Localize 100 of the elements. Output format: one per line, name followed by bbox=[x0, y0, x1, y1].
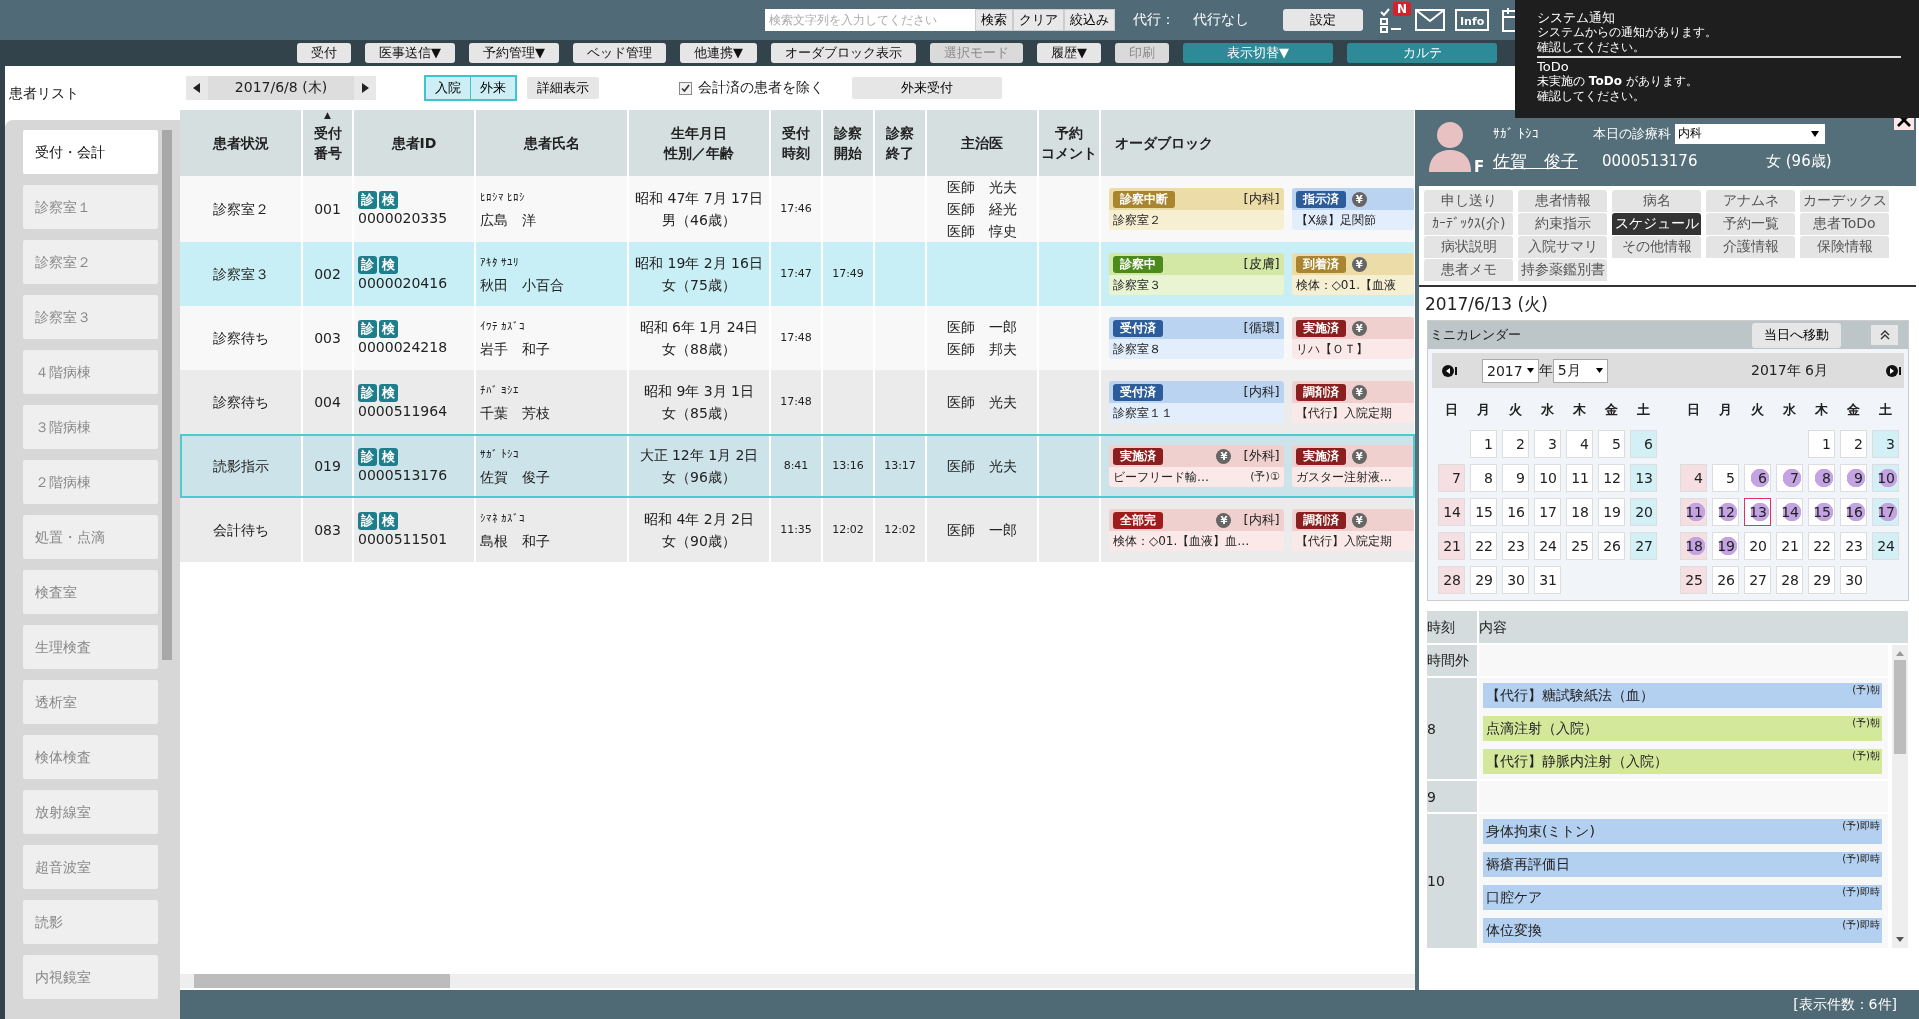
year-select[interactable]: 2017 bbox=[1482, 358, 1539, 383]
order-card[interactable]: 実施済 ¥ ガスター注射液… bbox=[1291, 445, 1414, 487]
order-card[interactable]: 診察中断 [内科] 診察室２ bbox=[1109, 188, 1284, 230]
calendar-day[interactable]: 9 bbox=[1840, 464, 1867, 492]
calendar-day[interactable]: 29 bbox=[1470, 566, 1497, 594]
calendar-day[interactable]: 21 bbox=[1776, 532, 1803, 560]
horizontal-scrollbar[interactable] bbox=[180, 974, 1415, 988]
toolbar-button[interactable]: オーダブロック表示 bbox=[771, 43, 916, 63]
toolbar-button[interactable]: 表示切替▼ bbox=[1183, 43, 1333, 63]
calendar-day[interactable]: 22 bbox=[1470, 532, 1497, 560]
scrollbar[interactable] bbox=[1892, 645, 1908, 948]
column-header[interactable]: 予約 コメント bbox=[1038, 110, 1100, 176]
checkbox[interactable] bbox=[679, 81, 692, 95]
calendar-day[interactable]: 10 bbox=[1534, 464, 1561, 492]
panel-tab[interactable]: ｶｰﾃﾞｯｸｽ(介) bbox=[1424, 213, 1513, 235]
panel-tab[interactable]: 患者ToDo bbox=[1800, 213, 1889, 235]
calendar-day[interactable]: 9 bbox=[1502, 464, 1529, 492]
calendar-day[interactable]: 23 bbox=[1502, 532, 1529, 560]
calendar-day[interactable]: 5 bbox=[1598, 430, 1625, 458]
schedule-item[interactable]: 【代行】静脈内注射（入院） (予)朝 bbox=[1483, 749, 1882, 774]
schedule-item[interactable]: 褥瘡再評価日 (予)即時 bbox=[1483, 852, 1882, 877]
calendar-day[interactable]: 26 bbox=[1598, 532, 1625, 560]
calendar-day[interactable]: 4 bbox=[1680, 464, 1707, 492]
calendar-day[interactable]: 23 bbox=[1840, 532, 1867, 560]
order-card[interactable]: 全部完 ¥ [内科] 検体：◇01.【血液】血… bbox=[1109, 509, 1284, 551]
column-header[interactable]: ▲ 受付 番号 bbox=[302, 110, 353, 176]
panel-tab[interactable]: 保険情報 bbox=[1800, 236, 1889, 258]
calendar-day[interactable]: 19 bbox=[1598, 498, 1625, 526]
column-header[interactable]: 患者ID bbox=[353, 110, 475, 176]
calendar-day[interactable]: 7 bbox=[1438, 464, 1465, 492]
calendar-day[interactable]: 29 bbox=[1808, 566, 1835, 594]
calendar-day[interactable]: 12 bbox=[1598, 464, 1625, 492]
order-card[interactable]: 到着済 ¥ 検体：◇01.【血液 bbox=[1291, 253, 1414, 295]
panel-tab[interactable]: 病名 bbox=[1612, 190, 1701, 212]
schedule-item[interactable]: 口腔ケア (予)即時 bbox=[1483, 885, 1882, 910]
column-header[interactable]: 主治医 bbox=[926, 110, 1038, 176]
scrollbar-thumb[interactable] bbox=[1894, 660, 1906, 754]
previous-day-button[interactable] bbox=[186, 76, 208, 100]
toolbar-button[interactable]: 受付 bbox=[297, 43, 351, 63]
calendar-day[interactable]: 21 bbox=[1438, 532, 1465, 560]
calendar-day[interactable]: 15 bbox=[1808, 498, 1835, 526]
calendar-day[interactable]: 3 bbox=[1872, 430, 1899, 458]
calendar-day[interactable]: 7 bbox=[1776, 464, 1803, 492]
toolbar-button[interactable]: 予約管理▼ bbox=[469, 43, 559, 63]
calendar-day[interactable]: 28 bbox=[1438, 566, 1465, 594]
calendar-day[interactable]: 2 bbox=[1502, 430, 1529, 458]
calendar-day[interactable]: 26 bbox=[1712, 566, 1739, 594]
table-row[interactable]: 会計待ち 083 診 検 0000511501 ｼﾏﾈ ｶｽﾞｺ 島根 和子 昭和 4年 2月 2日 女（90歳） 11:35 12:02 12:02 医師 一郎 全部完 ¥ [内科] 検体：◇01.【血液】血… 調剤済 ¥ 【代行】入院定期 bbox=[180, 498, 1415, 562]
column-header[interactable]: 生年月日 性別／年齢 bbox=[628, 110, 770, 176]
calendar-day[interactable]: 8 bbox=[1808, 464, 1835, 492]
toolbar-button[interactable]: ベッド管理 bbox=[573, 43, 666, 63]
column-header[interactable]: 受付 時刻 bbox=[770, 110, 822, 176]
calendar-day[interactable]: 24 bbox=[1872, 532, 1899, 560]
column-header[interactable]: 患者状況 bbox=[180, 110, 302, 176]
patient-name-link[interactable]: 佐賀 俊子 bbox=[1493, 149, 1578, 173]
panel-tab[interactable]: 患者情報 bbox=[1518, 190, 1607, 212]
sidebar-item[interactable]: 受付・会計 bbox=[23, 130, 158, 174]
calendar-day[interactable]: 5 bbox=[1712, 464, 1739, 492]
panel-tab[interactable]: 申し送り bbox=[1424, 190, 1513, 212]
calendar-day[interactable]: 28 bbox=[1776, 566, 1803, 594]
panel-tab[interactable]: 約束指示 bbox=[1518, 213, 1607, 235]
calendar-day[interactable]: 27 bbox=[1630, 532, 1657, 560]
view-toggle[interactable]: 入院 bbox=[426, 77, 470, 99]
calendar-day[interactable]: 17 bbox=[1534, 498, 1561, 526]
calendar-day[interactable]: 4 bbox=[1566, 430, 1593, 458]
column-header[interactable]: オーダブロック bbox=[1100, 110, 1415, 176]
order-card[interactable]: 実施済 ¥ リハ【ＯＴ】 bbox=[1291, 317, 1414, 359]
calendar-day[interactable]: 25 bbox=[1566, 532, 1593, 560]
order-card[interactable]: 調剤済 ¥ 【代行】入院定期 bbox=[1291, 509, 1414, 551]
calendar-day[interactable]: 10 bbox=[1872, 464, 1899, 492]
panel-tab[interactable]: 病状説明 bbox=[1424, 236, 1513, 258]
outpatient-button[interactable]: 外来受付 bbox=[852, 77, 1002, 99]
scrollbar-thumb[interactable] bbox=[162, 130, 172, 660]
view-toggle[interactable]: 外来 bbox=[470, 77, 515, 99]
table-row[interactable]: 診察待ち 003 診 検 0000024218 ｲﾜﾃ ｶｽﾞｺ 岩手 和子 昭和 6年 1月 24日 女（88歳） 17:48 医師 一郎 医師 邦夫 受付済 [循環] 診察室８ 実施済 ¥ リハ【ＯＴ】 bbox=[180, 306, 1415, 370]
schedule-item[interactable]: 点滴注射（入院） (予)朝 bbox=[1483, 716, 1882, 741]
calendar-day[interactable]: 1 bbox=[1808, 430, 1835, 458]
calendar-day[interactable]: 15 bbox=[1470, 498, 1497, 526]
calendar-day[interactable]: 11 bbox=[1566, 464, 1593, 492]
calendar-day[interactable]: 6 bbox=[1630, 430, 1657, 458]
search-button[interactable]: 絞込み bbox=[1064, 9, 1115, 31]
calendar-day[interactable]: 8 bbox=[1470, 464, 1497, 492]
calendar-day[interactable]: 17 bbox=[1872, 498, 1899, 526]
schedule-item[interactable]: 身体拘束(ミトン) (予)即時 bbox=[1483, 819, 1882, 844]
previous-month-icon[interactable] bbox=[1442, 364, 1458, 377]
next-month-icon[interactable] bbox=[1886, 364, 1902, 377]
table-row[interactable]: 診察室３ 002 診 検 0000020416 ｱｷﾀ ｻﾕﾘ 秋田 小百合 昭和 19年 2月 16日 女（75歳） 17:47 17:49 診察中 [皮膚] 診察室３ 到着済 ¥ 検体：◇01.【血液 bbox=[180, 242, 1415, 306]
search-button[interactable]: 検索 bbox=[975, 9, 1013, 31]
calendar-day[interactable]: 30 bbox=[1502, 566, 1529, 594]
schedule-item[interactable]: 【代行】糖試験紙法（血） (予)朝 bbox=[1483, 683, 1882, 708]
panel-tab[interactable]: その他情報 bbox=[1612, 236, 1701, 258]
calendar-day[interactable]: 13 bbox=[1744, 498, 1771, 526]
detail-button[interactable]: 詳細表示 bbox=[527, 77, 599, 99]
scroll-down-icon[interactable] bbox=[1896, 937, 1904, 942]
calendar-day[interactable]: 18 bbox=[1680, 532, 1707, 560]
calendar-day[interactable]: 16 bbox=[1502, 498, 1529, 526]
calendar-day[interactable]: 20 bbox=[1744, 532, 1771, 560]
calendar-day[interactable]: 18 bbox=[1566, 498, 1593, 526]
table-row[interactable]: 診察待ち 004 診 検 0000511964 ﾁﾊﾞ ﾖｼｴ 千葉 芳枝 昭和 9年 3月 1日 女（85歳） 17:48 医師 光夫 受付済 [内科] 診察室１１ 調剤済 ¥ 【代行】入院定期 bbox=[180, 370, 1415, 434]
month-select[interactable]: 5月 bbox=[1552, 358, 1608, 383]
